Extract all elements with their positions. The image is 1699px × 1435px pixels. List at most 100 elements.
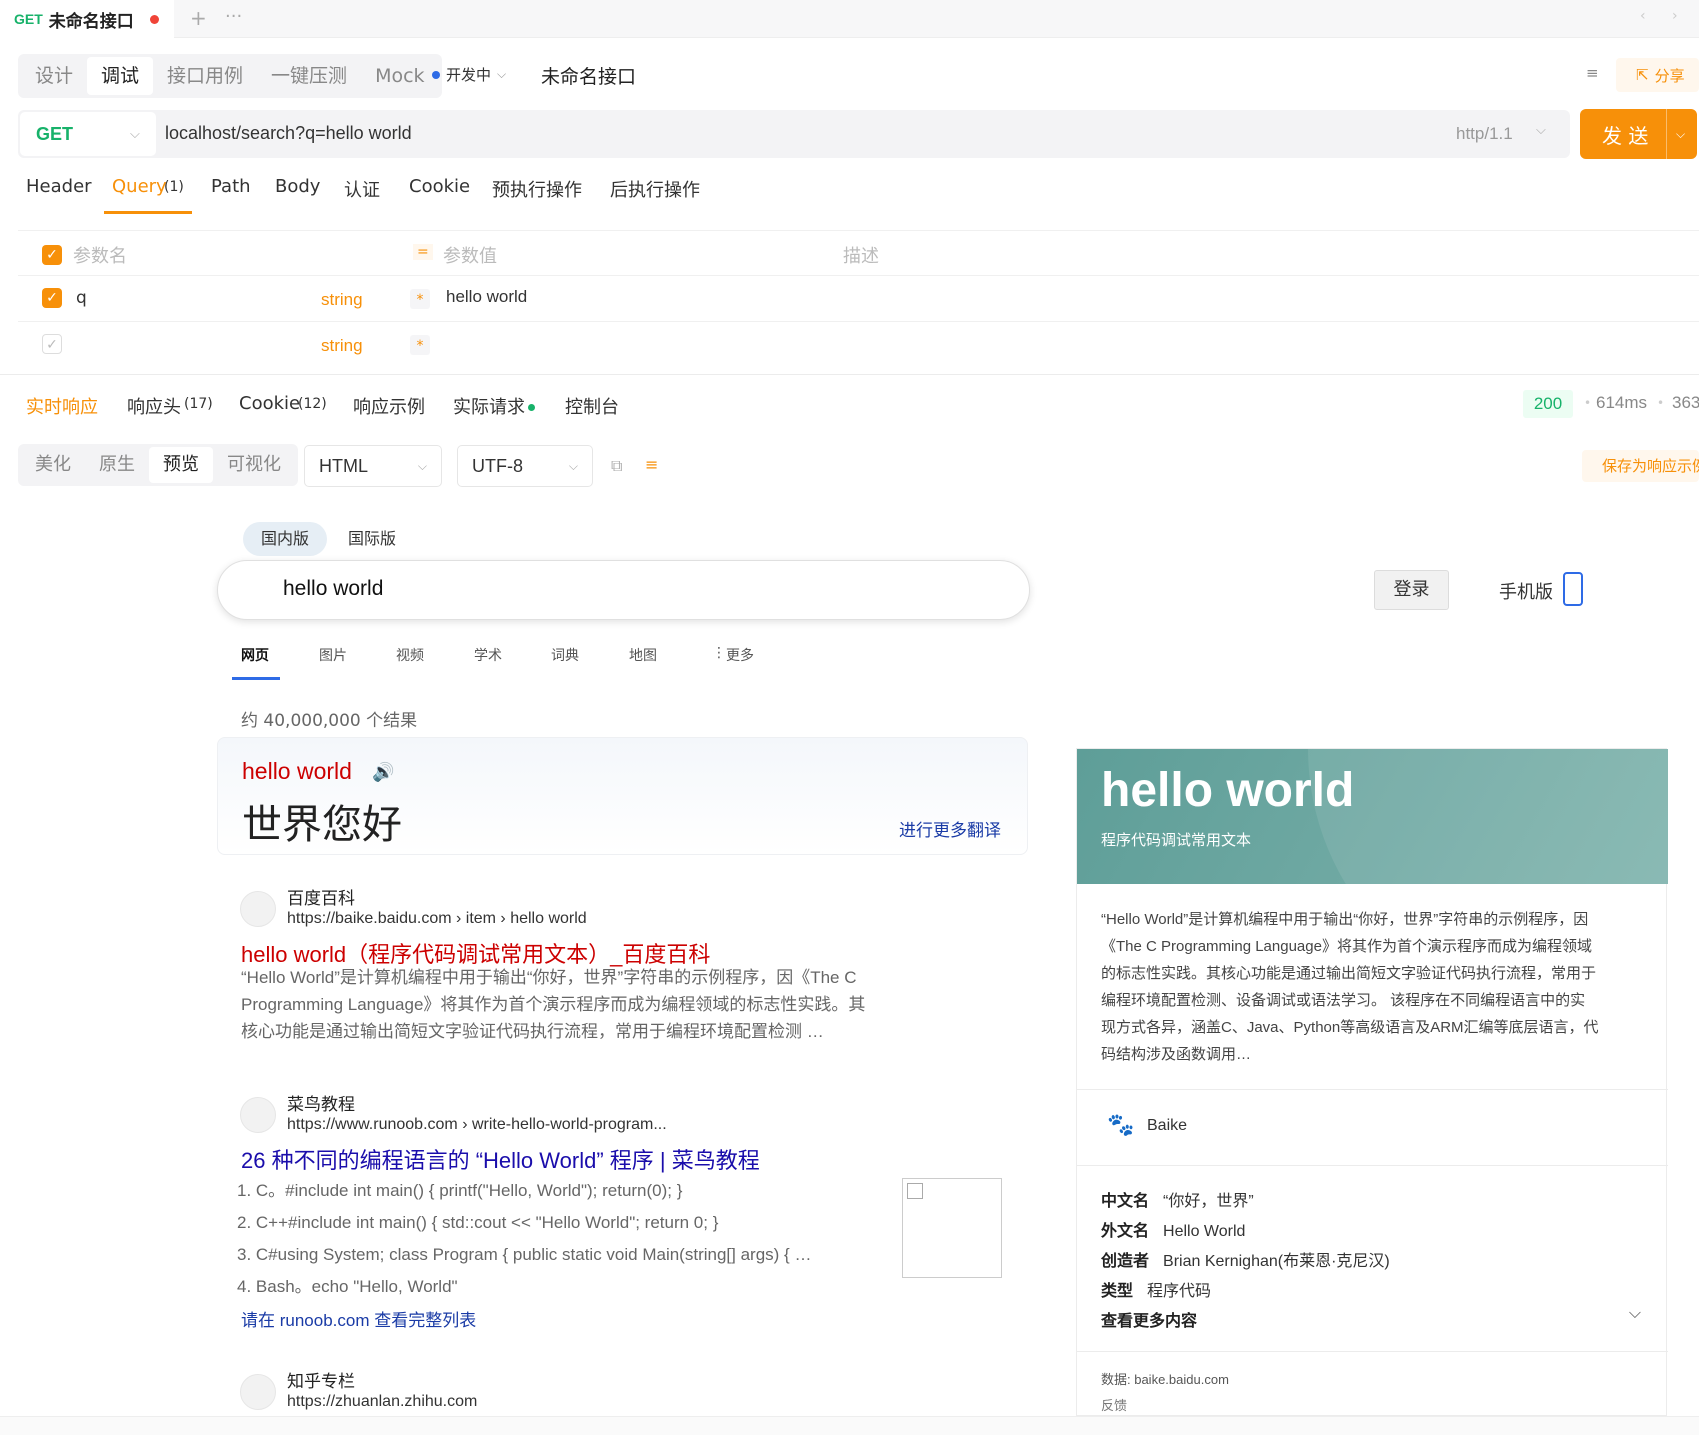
format-select[interactable]: HTML ⌵ (304, 445, 442, 487)
tab-pre-script[interactable]: 预执行操作 (492, 176, 582, 202)
bing-more-icon[interactable]: ⋮ (712, 645, 726, 661)
speaker-icon[interactable]: 🔊 (372, 762, 394, 783)
param-row: ✓ q string * hello world (18, 276, 1699, 322)
copy-icon[interactable]: ⧉ (611, 456, 622, 476)
status-dot-icon (432, 70, 440, 79)
site-favicon (240, 891, 276, 927)
login-button[interactable]: 登录 (1374, 570, 1449, 610)
translate-meaning: 世界您好 (242, 802, 402, 848)
tab-path[interactable]: Path (211, 176, 251, 197)
url-input[interactable]: localhost/search?q=hello world (165, 123, 412, 144)
wrap-icon[interactable]: ≡ (645, 455, 658, 474)
col-name: 参数名 (73, 246, 127, 267)
result-url[interactable]: https://www.runoob.com › write-hello-wor… (287, 1116, 667, 1134)
bing-tab-academic[interactable]: 学术 (474, 645, 502, 665)
search-box[interactable]: hello world (217, 560, 1030, 620)
param-type[interactable]: string (321, 336, 363, 356)
scroll-right-icon[interactable]: › (1672, 8, 1678, 24)
tab-live-response[interactable]: 实时响应 (26, 393, 98, 419)
request-tab-bar: GET 未命名接口 + ··· ‹ › (0, 0, 1699, 38)
see-more-row[interactable]: 查看更多内容 ⌵ (1101, 1305, 1641, 1331)
mode-stress[interactable]: 一键压测 (257, 57, 361, 95)
bing-tab-map[interactable]: 地图 (629, 645, 657, 665)
bing-tab-images[interactable]: 图片 (319, 645, 347, 665)
tab-post-script[interactable]: 后执行操作 (610, 176, 700, 202)
site-favicon (240, 1374, 276, 1410)
result-site: 知乎专栏 (287, 1372, 355, 1392)
data-source[interactable]: 数据: baike.baidu.com (1101, 1369, 1229, 1388)
mode-debug[interactable]: 调试 (87, 57, 154, 95)
method-select[interactable]: GET ⌵ (20, 112, 156, 156)
version-intl[interactable]: 国际版 (330, 522, 414, 556)
protocol-select[interactable]: http/1.1 (1456, 124, 1513, 144)
encoding-select[interactable]: UTF-8 ⌵ (457, 445, 593, 487)
save-example-button[interactable]: 保存为响应示例 (1582, 450, 1699, 482)
request-dot-icon (528, 404, 535, 411)
status-select[interactable]: 开发中 ⌵ (432, 64, 506, 85)
tab-resp-headers[interactable]: 响应头 (127, 393, 181, 419)
required-icon[interactable]: * (410, 335, 430, 355)
tab-header[interactable]: Header (26, 176, 92, 197)
view-preview[interactable]: 预览 (149, 447, 213, 483)
more-translate-link[interactable]: 进行更多翻译 (899, 816, 1001, 841)
fact-row: 类型 程序代码 (1101, 1283, 1212, 1300)
bulk-edit-icon[interactable]: = (413, 244, 433, 260)
format-label: HTML (319, 455, 368, 476)
tab-cookie[interactable]: Cookie (409, 176, 470, 197)
tab-auth[interactable]: 认证 (344, 176, 380, 202)
site-favicon (240, 1097, 276, 1133)
bing-tab-indicator (232, 677, 280, 680)
chevron-down-icon: ⌵ (417, 458, 427, 473)
add-tab-icon[interactable]: + (190, 6, 207, 30)
doc-edit-icon[interactable]: ≡ (1586, 64, 1599, 82)
bing-tab-more[interactable]: 更多 (726, 645, 754, 665)
send-options-icon[interactable]: ⌵ (1676, 127, 1685, 142)
bing-tab-video[interactable]: 视频 (396, 645, 424, 665)
response-size: 363 (1672, 393, 1699, 412)
bing-tab-dict[interactable]: 词典 (551, 645, 579, 665)
send-button[interactable]: 发 送 ⌵ (1580, 109, 1697, 159)
api-name-input[interactable]: 未命名接口 (541, 62, 636, 89)
result-url[interactable]: https://zhuanlan.zhihu.com (287, 1393, 477, 1411)
version-domestic[interactable]: 国内版 (243, 522, 328, 556)
broken-image-icon[interactable] (902, 1178, 1002, 1278)
result-more-link[interactable]: 请在 runoob.com 查看完整列表 (241, 1306, 476, 1331)
unsaved-dot-icon (149, 14, 159, 24)
view-visualize[interactable]: 可视化 (213, 447, 295, 483)
param-checkbox[interactable]: ✓ (42, 288, 62, 308)
mode-design[interactable]: 设计 (21, 57, 87, 95)
param-value[interactable]: hello world (446, 287, 527, 307)
bing-tab-web[interactable]: 网页 (241, 645, 269, 665)
feedback-link[interactable]: 反馈 (1101, 1395, 1127, 1414)
mode-cases[interactable]: 接口用例 (153, 57, 257, 95)
view-beautify[interactable]: 美化 (21, 447, 85, 483)
mobile-link[interactable]: 手机版 (1499, 578, 1553, 604)
request-tab[interactable]: GET 未命名接口 (0, 0, 174, 38)
result-site: 百度百科 (287, 889, 355, 909)
share-button[interactable]: ⇱ 分享 (1616, 58, 1699, 92)
view-raw[interactable]: 原生 (85, 447, 149, 483)
tab-resp-example[interactable]: 响应示例 (353, 393, 425, 419)
tab-actual-request[interactable]: 实际请求 (453, 393, 525, 419)
result-title[interactable]: 26 种不同的编程语言的 “Hello World” 程序 | 菜鸟教程 (241, 1143, 760, 1175)
param-row-empty: ✓ string * (18, 322, 1699, 368)
result-site: 菜鸟教程 (287, 1095, 355, 1115)
tab-resp-cookie[interactable]: Cookie (239, 393, 300, 414)
select-all-checkbox[interactable]: ✓ (42, 245, 62, 265)
search-input[interactable]: hello world (283, 577, 383, 601)
required-icon[interactable]: * (410, 289, 430, 309)
phone-icon[interactable] (1563, 572, 1583, 606)
result-url[interactable]: https://baike.baidu.com › item › hello w… (287, 910, 587, 928)
more-tabs-icon[interactable]: ··· (225, 6, 242, 27)
status-code-badge: 200 (1523, 390, 1573, 418)
scroll-left-icon[interactable]: ‹ (1640, 8, 1646, 24)
param-name[interactable]: q (76, 288, 87, 308)
param-type[interactable]: string (321, 290, 363, 310)
mode-mock[interactable]: Mock (361, 57, 438, 95)
translate-word[interactable]: hello world (242, 758, 352, 785)
tab-console[interactable]: 控制台 (565, 393, 619, 419)
tab-body[interactable]: Body (275, 176, 320, 197)
param-checkbox[interactable]: ✓ (42, 334, 62, 354)
card-source[interactable]: Baike (1147, 1117, 1187, 1135)
tab-query[interactable]: Query (112, 176, 167, 197)
